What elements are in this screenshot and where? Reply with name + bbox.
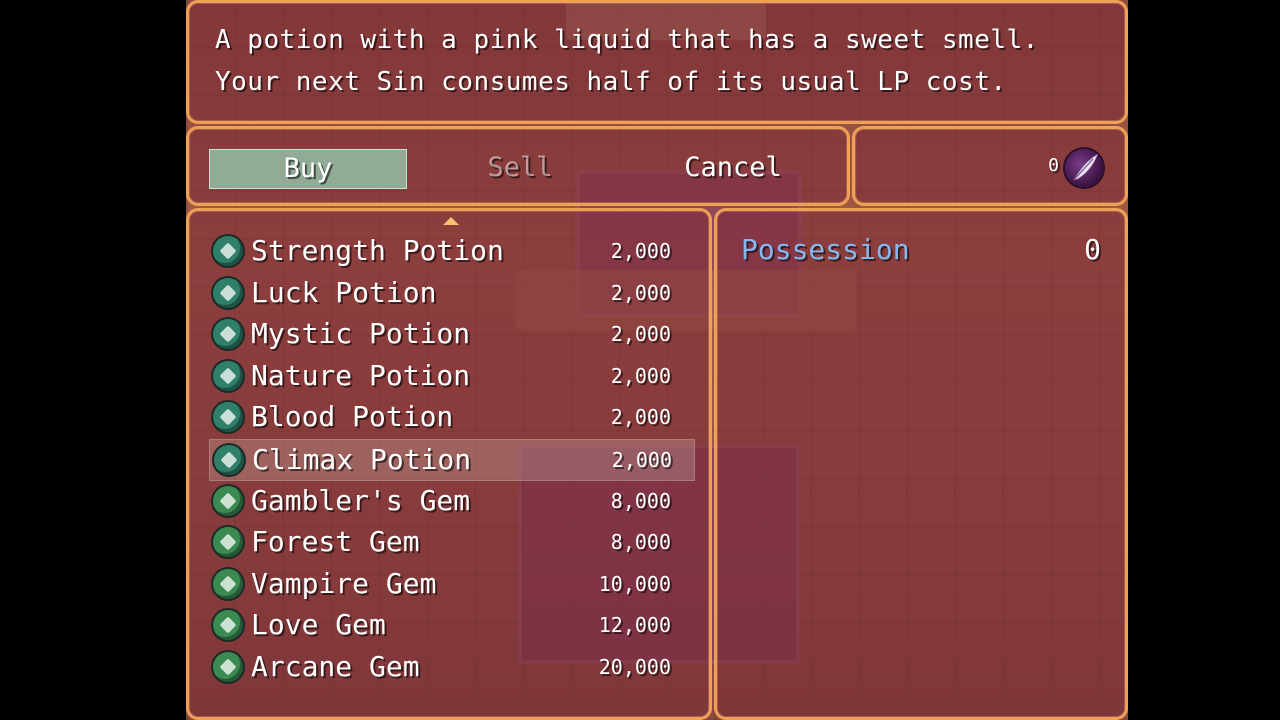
item-price: 8,000 [610,530,671,555]
climax-potion-icon [214,445,244,475]
shop-item-list-window: Strength Potion 2,000 Luck Potion 2,000 Myst… [186,208,712,720]
item-price: 20,000 [598,655,671,679]
vampire-gem-icon [213,568,243,599]
buy-command[interactable]: Buy [209,149,407,189]
description-line-2: Your next Sin consumes half of its usual… [215,67,1007,97]
item-name: Love Gem [251,608,386,642]
item-price: 12,000 [598,613,671,638]
item-name: Gambler's Gem [251,483,471,517]
item-name: Blood Potion [251,400,454,434]
gamblers-gem-icon [213,485,243,516]
scroll-up-arrow-icon[interactable] [443,217,459,225]
shop-item-row[interactable]: Luck Potion 2,000 [209,273,693,313]
item-price: 2,000 [611,448,672,472]
possession-label: Possession [741,233,910,266]
arcane-gem-icon [213,652,243,682]
sell-command[interactable]: Sell [422,149,618,187]
shop-item-row[interactable]: Mystic Potion 2,000 [209,314,693,354]
item-name: Forest Gem [251,525,420,559]
shop-item-row[interactable]: Strength Potion 2,000 [209,231,693,271]
strength-potion-icon [213,236,243,266]
shop-item-row[interactable]: Love Gem 12,000 [209,605,693,645]
item-price: 10,000 [598,571,671,596]
nature-potion-icon [213,360,243,391]
item-name: Arcane Gem [251,650,420,683]
forest-gem-icon [213,527,243,558]
game-screen: A potion with a pink liquid that has a s… [186,0,1128,720]
item-name: Nature Potion [251,358,471,392]
cancel-command[interactable]: Cancel [635,149,831,187]
shop-item-row[interactable]: Forest Gem 8,000 [209,522,693,562]
luck-potion-icon [213,277,243,308]
currency-amount: 0 [1048,155,1059,176]
blood-potion-icon [213,402,243,433]
shop-item-row[interactable]: Arcane Gem 20,000 [209,647,693,687]
item-price: 2,000 [610,280,671,305]
love-gem-icon [213,610,243,641]
item-price: 2,000 [610,363,671,388]
mystic-potion-icon [213,319,243,350]
item-price: 2,000 [610,322,671,347]
item-name: Strength Potion [251,234,504,267]
item-price: 2,000 [610,239,671,263]
shop-item-row[interactable]: Vampire Gem 10,000 [209,564,693,604]
item-price: 8,000 [610,488,671,513]
item-name: Vampire Gem [251,566,437,600]
item-name: Climax Potion [252,443,472,476]
shop-command-window: Buy Sell Cancel [186,126,850,206]
item-name: Mystic Potion [251,317,471,351]
shop-item-row[interactable]: Climax Potion 2,000 [209,439,695,481]
item-description-window: A potion with a pink liquid that has a s… [186,0,1128,124]
shop-item-row[interactable]: Blood Potion 2,000 [209,397,693,437]
description-line-1: A potion with a pink liquid that has a s… [215,25,1039,55]
item-status-window: Possession 0 [714,208,1128,720]
item-name: Luck Potion [251,275,437,309]
shop-item-row[interactable]: Nature Potion 2,000 [209,356,693,396]
item-price: 2,000 [610,405,671,430]
possession-count: 0 [1084,233,1101,266]
feather-orb-icon [1065,149,1103,187]
shop-item-row[interactable]: Gambler's Gem 8,000 [209,481,693,521]
currency-window: 0 [852,126,1128,206]
